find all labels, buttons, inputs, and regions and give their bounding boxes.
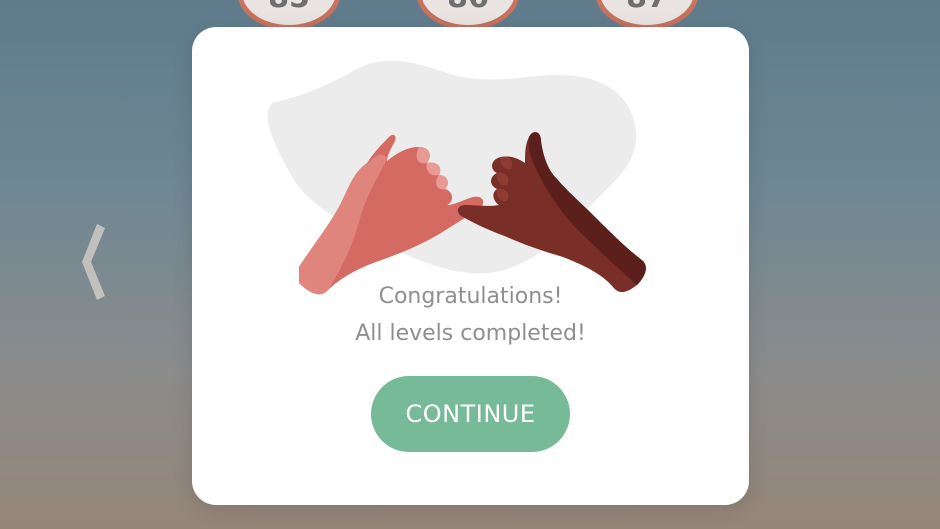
continue-button[interactable]: CONTINUE bbox=[371, 376, 570, 452]
level-number: 87 bbox=[626, 0, 668, 13]
congratulations-title: Congratulations! bbox=[378, 284, 563, 309]
level-bubble-85[interactable]: 85 bbox=[237, 0, 341, 30]
game-screen: 85 86 87 bbox=[0, 0, 940, 529]
level-bubble-86[interactable]: 86 bbox=[416, 0, 520, 30]
previous-page-button[interactable] bbox=[79, 222, 111, 302]
level-bubble-87[interactable]: 87 bbox=[595, 0, 699, 30]
level-number: 85 bbox=[268, 0, 310, 13]
level-complete-dialog: Congratulations! All levels completed! C… bbox=[192, 27, 749, 505]
completion-message: Congratulations! All levels completed! bbox=[192, 278, 749, 352]
chevron-left-icon bbox=[82, 224, 105, 300]
all-levels-completed-text: All levels completed! bbox=[355, 321, 586, 346]
level-number: 86 bbox=[447, 0, 489, 13]
pinky-promise-illustration bbox=[267, 60, 646, 295]
